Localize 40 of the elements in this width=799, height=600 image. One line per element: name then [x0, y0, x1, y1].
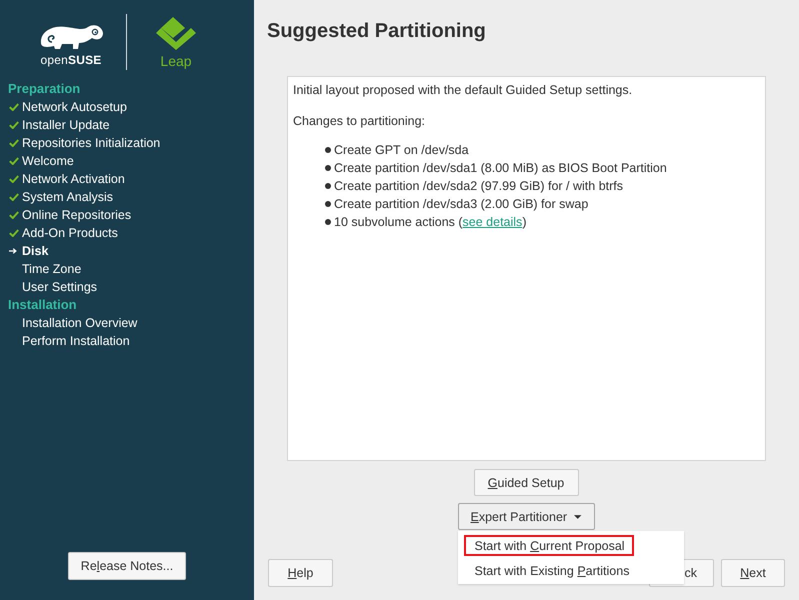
expert-partitioner-button[interactable]: Expert Partitioner	[458, 503, 594, 530]
change-item: Create partition /dev/sda1 (8.00 MiB) as BIOS Boot Partition	[334, 160, 667, 177]
step-label: Repositories Initialization	[22, 135, 160, 152]
step-label: Disk	[22, 243, 48, 260]
next-button[interactable]: Next	[721, 559, 785, 587]
bullet-icon	[325, 147, 331, 153]
bullet-icon	[325, 219, 331, 225]
change-item: Create partition /dev/sda3 (2.00 GiB) for swap	[334, 196, 588, 213]
leap-logo-icon	[156, 17, 196, 50]
opensuse-wordmark: openSUSE	[40, 54, 102, 66]
bullet-icon	[325, 201, 331, 207]
step-label: Time Zone	[22, 261, 82, 278]
guided-setup-button[interactable]: Guided Setup	[474, 469, 578, 496]
bullet-icon	[325, 165, 331, 171]
step-label: Network Activation	[22, 171, 125, 188]
step-label: Perform Installation	[22, 333, 130, 350]
step-label: User Settings	[22, 279, 98, 296]
menu-item[interactable]: Start with Existing Partitions	[464, 560, 638, 581]
step-label: Online Repositories	[22, 207, 132, 224]
intro-text: Initial layout proposed with the default Guided Setup settings.	[293, 82, 634, 99]
section-heading: Installation	[7, 296, 78, 314]
release-notes-button[interactable]: Release Notes...	[68, 552, 186, 580]
change-item: Create partition /dev/sda2 (97.99 GiB) for / with btrfs	[334, 178, 624, 195]
chameleon-logo-icon	[38, 22, 104, 52]
step-label: Add-On Products	[22, 225, 118, 242]
page-title: Suggested Partitioning	[267, 19, 487, 44]
bullet-icon	[325, 183, 331, 189]
step-label: Welcome	[22, 153, 74, 170]
change-item: 10 subvolume actions (see details)	[334, 214, 526, 231]
change-item: Create GPT on /dev/sda	[334, 142, 469, 159]
caret-down-icon	[574, 514, 582, 518]
changes-heading: Changes to partitioning:	[293, 113, 426, 130]
section-heading: Preparation	[7, 80, 82, 98]
menu-item[interactable]: Start with Current Proposal	[464, 535, 634, 556]
help-button[interactable]: Help	[268, 559, 333, 587]
step-label: Installation Overview	[22, 315, 138, 332]
step-label: System Analysis	[22, 189, 114, 206]
leap-wordmark: Leap	[160, 53, 192, 69]
step-label: Network Autosetup	[22, 99, 127, 116]
step-label: Installer Update	[22, 117, 110, 134]
